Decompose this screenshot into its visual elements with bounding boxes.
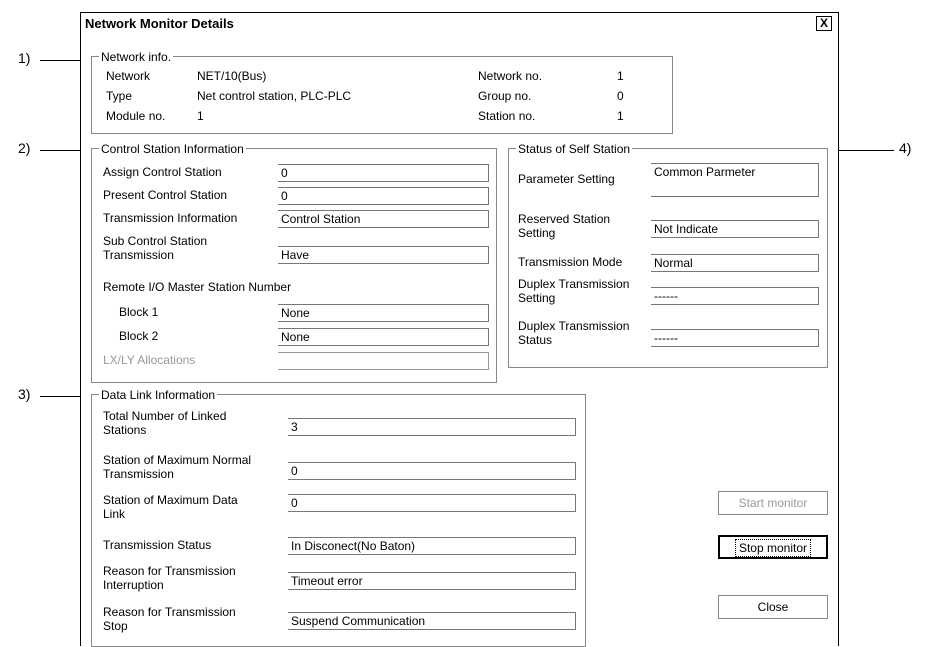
parameter-setting-field: Common Parmeter — [651, 163, 819, 197]
max-normal-label-1: Station of Maximum Normal — [103, 453, 252, 467]
module-no-label: Module no. — [106, 109, 166, 123]
stop-reason-label-2: Stop — [103, 619, 128, 633]
network-no-label: Network no. — [478, 69, 543, 83]
group-no-value: 0 — [617, 89, 624, 103]
data-link-legend: Data Link Information — [99, 388, 218, 402]
block2-field: None — [278, 328, 489, 346]
reserved-station-label-1: Reserved Station — [518, 212, 611, 226]
max-normal-label-2: Transmission — [103, 467, 174, 481]
transmission-mode-field: Normal — [651, 254, 819, 272]
stop-reason-field: Suspend Communication — [288, 612, 576, 630]
dialog-title: Network Monitor Details — [85, 16, 234, 31]
sub-control-field: Have — [278, 246, 489, 264]
interruption-label-1: Reason for Transmission — [103, 564, 236, 578]
station-no-value: 1 — [617, 109, 624, 123]
stop-monitor-button[interactable]: Stop monitor — [718, 535, 828, 559]
self-station-legend: Status of Self Station — [516, 142, 633, 156]
type-label: Type — [106, 89, 133, 103]
network-info-legend: Network info. — [99, 50, 174, 64]
transmission-status-field: In Disconect(No Baton) — [288, 537, 576, 555]
assign-control-label: Assign Control Station — [103, 165, 222, 179]
duplex-status-field: ------ — [651, 329, 819, 347]
control-station-legend: Control Station Information — [99, 142, 246, 156]
callout-2: 2) — [18, 140, 31, 156]
max-data-label-2: Link — [103, 507, 126, 521]
network-no-value: 1 — [617, 69, 624, 83]
total-linked-field: 3 — [288, 418, 576, 436]
block1-label: Block 1 — [119, 305, 159, 319]
network-info-group — [91, 56, 673, 134]
callout-4: 4) — [899, 140, 912, 156]
transmission-info-label: Transmission Information — [103, 211, 238, 225]
present-control-field: 0 — [278, 187, 489, 205]
max-normal-field: 0 — [288, 462, 576, 480]
group-no-label: Group no. — [478, 89, 532, 103]
interruption-field: Timeout error — [288, 572, 576, 590]
max-data-label-1: Station of Maximum Data — [103, 493, 238, 507]
duplex-setting-label-1: Duplex Transmission — [518, 277, 630, 291]
lxly-allocations-field — [278, 352, 489, 370]
close-button[interactable]: Close — [718, 595, 828, 619]
max-data-field: 0 — [288, 494, 576, 512]
sub-control-label-2: Transmission — [103, 248, 174, 262]
block1-field: None — [278, 304, 489, 322]
lxly-allocations-label: LX/LY Allocations — [103, 353, 196, 367]
duplex-setting-label-2: Setting — [518, 291, 556, 305]
total-linked-label-2: Stations — [103, 423, 147, 437]
sub-control-label-1: Sub Control Station — [103, 234, 208, 248]
duplex-setting-field: ------ — [651, 287, 819, 305]
station-no-label: Station no. — [478, 109, 536, 123]
reserved-station-field: Not Indicate — [651, 220, 819, 238]
start-monitor-button[interactable]: Start monitor — [718, 491, 828, 515]
type-value: Net control station, PLC-PLC — [197, 89, 352, 103]
stop-monitor-label: Stop monitor — [734, 539, 812, 557]
assign-control-field: 0 — [278, 164, 489, 182]
network-label: Network — [106, 69, 151, 83]
reserved-station-label-2: Setting — [518, 226, 556, 240]
module-no-value: 1 — [197, 109, 204, 123]
close-icon[interactable]: X — [816, 16, 832, 31]
transmission-mode-label: Transmission Mode — [518, 255, 623, 269]
parameter-setting-label: Parameter Setting — [518, 172, 615, 186]
network-value: NET/10(Bus) — [197, 69, 267, 83]
duplex-status-label-2: Status — [518, 333, 553, 347]
network-monitor-dialog: Network Monitor Details X Network info. … — [80, 12, 839, 647]
block2-label: Block 2 — [119, 329, 159, 343]
total-linked-label-1: Total Number of Linked — [103, 409, 227, 423]
interruption-label-2: Interruption — [103, 578, 164, 592]
remote-io-label: Remote I/O Master Station Number — [103, 280, 292, 294]
callout-3: 3) — [18, 386, 31, 402]
transmission-status-label: Transmission Status — [103, 538, 212, 552]
title-bar: Network Monitor Details X — [81, 13, 838, 35]
control-station-group — [91, 148, 497, 383]
present-control-label: Present Control Station — [103, 188, 228, 202]
stop-reason-label-1: Reason for Transmission — [103, 605, 236, 619]
duplex-status-label-1: Duplex Transmission — [518, 319, 630, 333]
transmission-info-field: Control Station — [278, 210, 489, 228]
callout-1: 1) — [18, 50, 31, 66]
